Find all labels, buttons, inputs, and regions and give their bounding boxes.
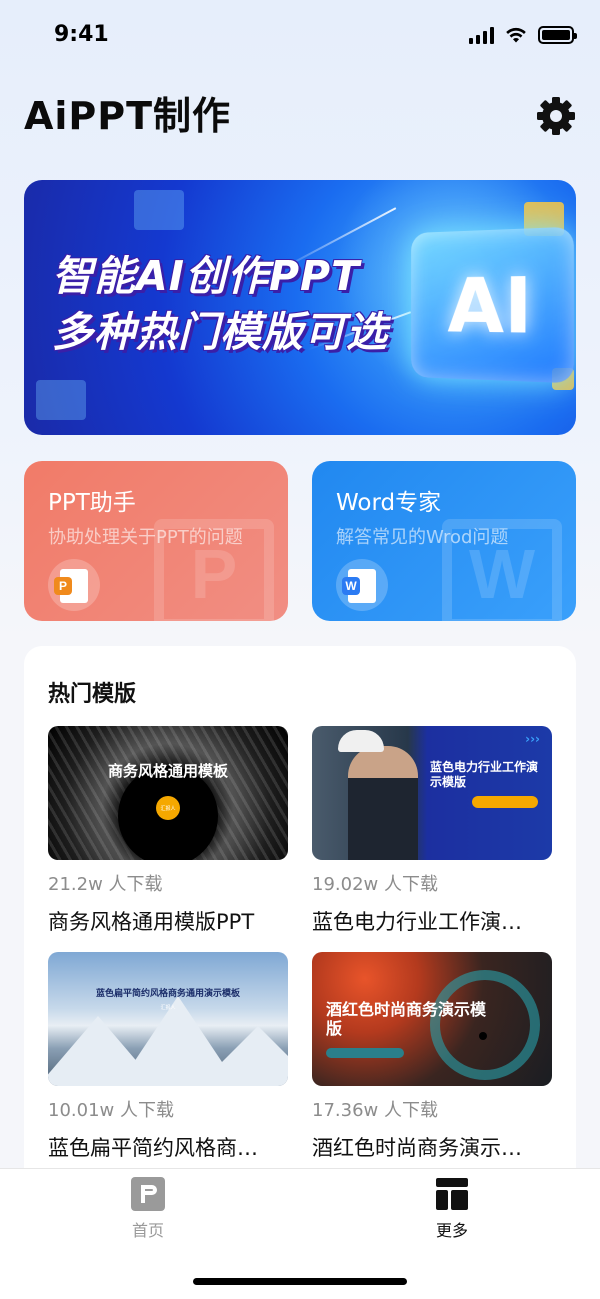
tab-more[interactable]: 更多 xyxy=(412,1177,492,1241)
template-thumbnail: 商务风格通用模板 汇报人 xyxy=(48,726,288,860)
ai-chip-graphic: AI xyxy=(411,227,574,384)
template-name: 蓝色电力行业工作演… xyxy=(312,906,552,936)
thumbnail-title: 蓝色扁平简约风格商务通用演示模板 xyxy=(48,986,288,999)
template-card[interactable]: 商务风格通用模板 汇报人 21.2w 人下载 商务风格通用模版PPT xyxy=(48,726,288,936)
thumbnail-button: 汇报人 xyxy=(48,1004,288,1011)
layout-grid-icon xyxy=(435,1177,469,1211)
app-header: AiPPT制作 xyxy=(24,90,576,146)
section-title: 热门模版 xyxy=(48,676,136,708)
word-file-icon: W xyxy=(336,559,388,611)
thumbnail-title: 商务风格通用模板 xyxy=(48,760,288,781)
ppt-badge: P xyxy=(54,577,72,595)
template-card[interactable]: 酒红色时尚商务演示模版 17.36w 人下载 酒红色时尚商务演示… xyxy=(312,952,552,1162)
ppt-file-icon: P xyxy=(48,559,100,611)
template-downloads: 21.2w 人下载 xyxy=(48,870,288,896)
ai-chip-label: AI xyxy=(447,259,532,350)
home-ppt-icon xyxy=(131,1177,165,1211)
template-card[interactable]: ››› 蓝色电力行业工作演示模版 19.02w 人下载 蓝色电力行业工作演… xyxy=(312,726,552,936)
popular-templates-panel: 热门模版 商务风格通用模板 汇报人 21.2w 人下载 商务风格通用模版PPT … xyxy=(24,646,576,1206)
banner-deco-tile xyxy=(36,380,86,420)
status-bar: 9:41 xyxy=(0,0,600,72)
template-name: 蓝色扁平简约风格商… xyxy=(48,1132,288,1162)
card-subtitle: 协助处理关于PPT的问题 xyxy=(48,523,243,549)
chevron-right-icon: ››› xyxy=(525,732,540,746)
word-badge: W xyxy=(342,577,360,595)
template-thumbnail: ››› 蓝色电力行业工作演示模版 xyxy=(312,726,552,860)
home-indicator xyxy=(193,1278,407,1285)
template-thumbnail: 蓝色扁平简约风格商务通用演示模板 汇报人 xyxy=(48,952,288,1086)
wifi-icon xyxy=(504,26,528,44)
thumbnail-title: 蓝色电力行业工作演示模版 xyxy=(430,760,544,790)
card-title: PPT助手 xyxy=(48,483,136,517)
thumbnail-button: 汇报人 xyxy=(156,796,180,820)
template-downloads: 17.36w 人下载 xyxy=(312,1096,552,1122)
template-card[interactable]: 蓝色扁平简约风格商务通用演示模板 汇报人 10.01w 人下载 蓝色扁平简约风格… xyxy=(48,952,288,1162)
status-time: 9:41 xyxy=(54,22,109,47)
banner-deco-tile xyxy=(134,190,184,230)
card-subtitle: 解答常见的Wrod问题 xyxy=(336,523,508,549)
template-name: 商务风格通用模版PPT xyxy=(48,906,288,936)
thumbnail-button xyxy=(472,796,538,808)
battery-icon xyxy=(538,26,574,44)
tab-label: 更多 xyxy=(412,1217,492,1241)
ppt-assistant-card[interactable]: P PPT助手 协助处理关于PPT的问题 P xyxy=(24,461,288,621)
promo-banner[interactable]: AI 智能AI创作PPT 多种热门模版可选 xyxy=(24,180,576,435)
template-downloads: 10.01w 人下载 xyxy=(48,1096,288,1122)
status-icons xyxy=(469,26,574,44)
template-name: 酒红色时尚商务演示… xyxy=(312,1132,552,1162)
banner-subheadline: 多种热门模版可选 xyxy=(52,304,388,360)
thumbnail-button xyxy=(326,1048,404,1058)
template-downloads: 19.02w 人下载 xyxy=(312,870,552,896)
banner-headline: 智能AI创作PPT xyxy=(52,248,388,304)
gear-icon[interactable] xyxy=(536,96,576,136)
word-expert-card[interactable]: W Word专家 解答常见的Wrod问题 W xyxy=(312,461,576,621)
template-thumbnail: 酒红色时尚商务演示模版 xyxy=(312,952,552,1086)
cellular-signal-icon xyxy=(469,26,494,44)
thumbnail-title: 酒红色时尚商务演示模版 xyxy=(326,1000,486,1038)
tab-label: 首页 xyxy=(108,1217,188,1241)
tab-home[interactable]: 首页 xyxy=(108,1177,188,1241)
banner-text: 智能AI创作PPT 多种热门模版可选 xyxy=(52,248,388,360)
card-title: Word专家 xyxy=(336,483,441,517)
app-title: AiPPT制作 xyxy=(24,90,576,142)
